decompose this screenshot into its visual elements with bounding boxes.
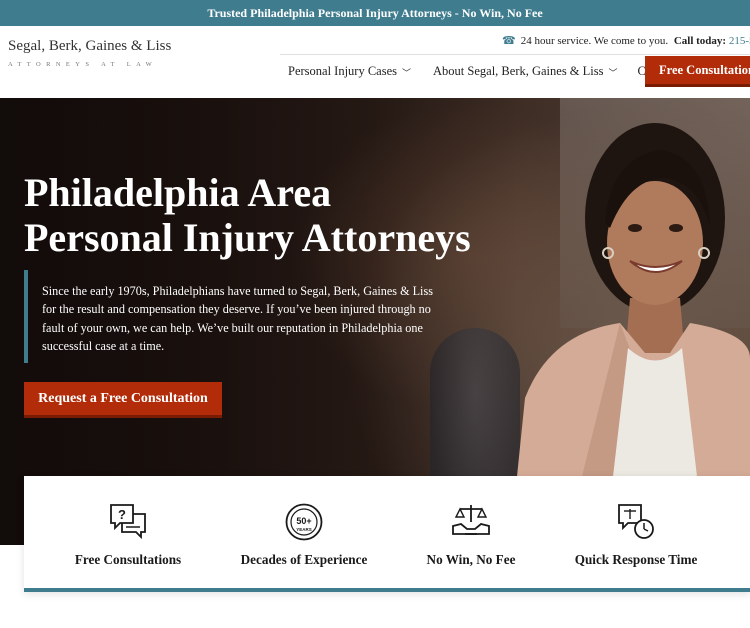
service-info: ☎ 24 hour service. We come to you. Call t… bbox=[502, 34, 750, 47]
nav-item-label: About Segal, Berk, Gaines & Liss bbox=[433, 64, 604, 78]
phone-link[interactable]: 215-569-4 bbox=[729, 35, 750, 47]
chevron-down-icon: ﹀ bbox=[608, 68, 618, 78]
site-header: Segal, Berk, Gaines & Liss ATTORNEYS AT … bbox=[0, 26, 750, 98]
feature-label: No Win, No Fee bbox=[426, 552, 516, 567]
50-years-badge-icon: 50+ YEARS bbox=[285, 503, 323, 541]
announcement-text: Trusted Philadelphia Personal Injury Att… bbox=[207, 5, 543, 20]
features-strip: ? Free Consultations 50+ YEARS Decades o… bbox=[24, 476, 750, 592]
chevron-down-icon: ﹀ bbox=[402, 68, 412, 78]
hero-description: Since the early 1970s, Philadelphians ha… bbox=[24, 270, 444, 363]
nav-item-label: Personal Injury Cases bbox=[288, 64, 398, 78]
question-chat-icon: ? bbox=[110, 504, 146, 540]
feature-label: Decades of Experience bbox=[240, 552, 368, 567]
logo-tagline: ATTORNEYS AT LAW bbox=[8, 61, 158, 68]
call-label: Call today: bbox=[673, 35, 727, 47]
scales-clock-icon bbox=[618, 504, 654, 539]
free-consultation-button[interactable]: Free Consultation bbox=[645, 56, 750, 87]
phone-icon: ☎ bbox=[502, 35, 516, 47]
scales-handshake-icon bbox=[452, 505, 490, 535]
site-logo[interactable]: Segal, Berk, Gaines & Liss ATTORNEYS AT … bbox=[8, 38, 171, 68]
feature-free-consultations: ? Free Consultations bbox=[38, 502, 218, 568]
announcement-bar: Trusted Philadelphia Personal Injury Att… bbox=[0, 0, 750, 26]
hero-title-line2: Personal Injury Attorneys bbox=[24, 215, 471, 260]
hero-title: Philadelphia Area Personal Injury Attorn… bbox=[24, 170, 524, 260]
nav-item-about[interactable]: About Segal, Berk, Gaines & Liss ﹀ bbox=[433, 64, 617, 79]
feature-quick-response-time: Quick Response Time bbox=[546, 502, 726, 568]
feature-label: Quick Response Time bbox=[574, 552, 698, 567]
svg-text:?: ? bbox=[118, 507, 126, 522]
feature-no-win-no-fee: No Win, No Fee bbox=[381, 502, 561, 568]
nav-item-personal-injury-cases[interactable]: Personal Injury Cases ﹀ bbox=[288, 64, 411, 79]
svg-text:50+: 50+ bbox=[296, 516, 311, 526]
request-consultation-label: Request a Free Consultation bbox=[38, 390, 208, 406]
svg-text:YEARS: YEARS bbox=[296, 527, 312, 532]
nav-divider bbox=[280, 54, 750, 55]
feature-decades-of-experience: 50+ YEARS Decades of Experience bbox=[214, 502, 394, 568]
service-text: 24 hour service. We come to you. bbox=[520, 35, 669, 47]
main-nav: Personal Injury Cases ﹀ About Segal, Ber… bbox=[288, 64, 676, 79]
feature-label: Free Consultations bbox=[74, 552, 182, 567]
hero-title-line1: Philadelphia Area bbox=[24, 170, 332, 215]
free-consultation-label: Free Consultation bbox=[659, 62, 750, 77]
logo-name: Segal, Berk, Gaines & Liss bbox=[8, 38, 172, 54]
request-consultation-button[interactable]: Request a Free Consultation bbox=[24, 382, 222, 418]
